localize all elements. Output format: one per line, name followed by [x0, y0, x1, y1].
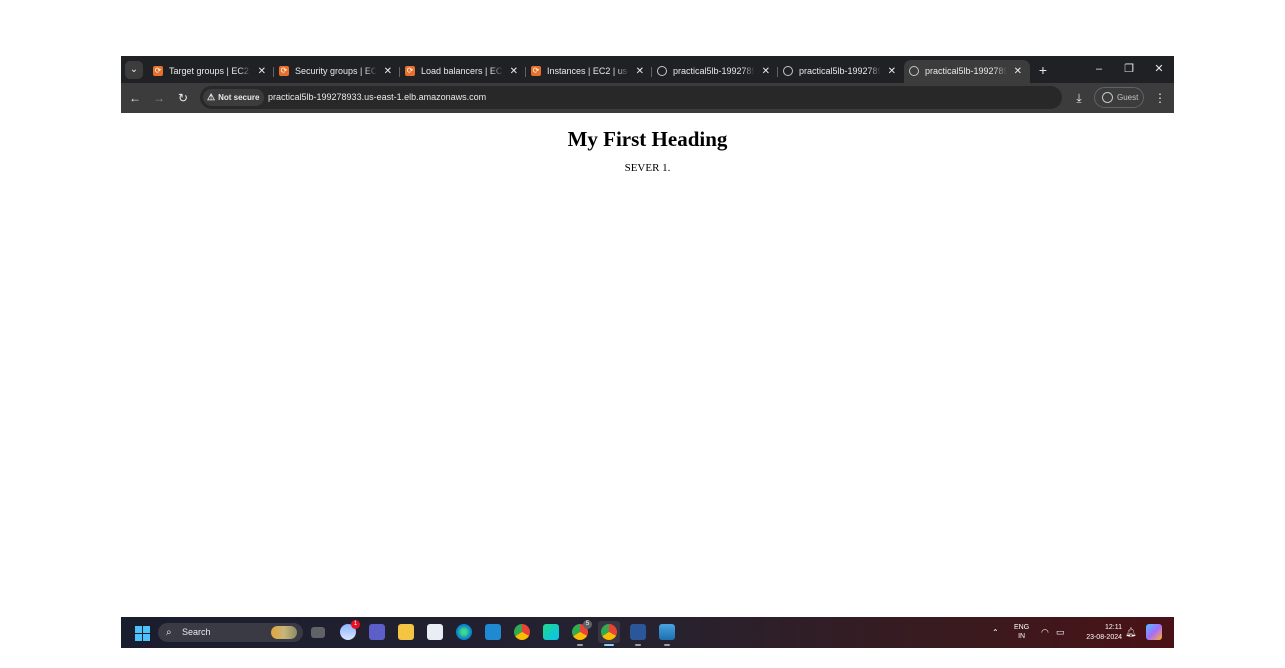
chrome-profile-icon[interactable]: 5 [572, 620, 592, 646]
tab-load-balancers[interactable]: ⟳ Load balancers | EC2 | us-east-1 ✕ [400, 60, 526, 83]
aws-icon: ⟳ [531, 66, 541, 76]
lang-primary: ENG [1014, 624, 1030, 631]
aws-icon: ⟳ [279, 66, 289, 76]
clock-date: 23-08-2024 [1086, 634, 1122, 641]
tab-strip: ⌄ ⟳ Target groups | EC2 | us-east-1 ✕ ⟳ … [121, 56, 1174, 83]
notification-bell-icon[interactable]: 🔔︎ [1125, 617, 1136, 648]
forward-icon[interactable]: → [150, 89, 168, 107]
lang-secondary: IN [1018, 633, 1026, 640]
clock-time: 12:11 [1105, 624, 1122, 631]
profile-button[interactable]: Guest [1094, 87, 1144, 108]
tab-title: practical5lb-199278933.us-east-1 [925, 66, 1007, 76]
wifi-icon[interactable]: ◠ [1041, 617, 1049, 648]
search-icon: ⌕ [166, 627, 172, 638]
battery-icon[interactable]: ▭ [1056, 617, 1065, 648]
microsoft-store-icon[interactable] [427, 624, 443, 640]
close-icon[interactable]: ✕ [762, 60, 770, 83]
teams-icon[interactable] [369, 624, 385, 640]
tab-title: Load balancers | EC2 | us-east-1 [421, 66, 503, 76]
tab-title: Target groups | EC2 | us-east-1 [169, 66, 251, 76]
url-text[interactable]: practical5lb-199278933.us-east-1.elb.ama… [268, 86, 486, 109]
close-icon[interactable]: ✕ [636, 60, 644, 83]
file-explorer-icon[interactable] [398, 624, 414, 640]
globe-icon [657, 66, 667, 76]
tab-title: practical5lb-199278933.us-east-1 [673, 66, 755, 76]
copilot-icon[interactable] [1146, 624, 1162, 640]
close-icon[interactable]: ✕ [258, 60, 266, 83]
tab-instances[interactable]: ⟳ Instances | EC2 | us-east-1 ✕ [526, 60, 652, 83]
browser-toolbar: ← → ↻ ⚠ Not secure practical5lb-199278933… [121, 83, 1174, 113]
security-chip[interactable]: ⚠ Not secure [203, 89, 265, 106]
active-indicator [604, 644, 614, 646]
chrome-active-app[interactable] [598, 621, 620, 646]
clock[interactable]: 12:11 23-08-2024 [1078, 623, 1122, 643]
chrome-icon[interactable] [514, 624, 530, 640]
vscode-icon[interactable] [485, 624, 501, 640]
chevron-up-icon[interactable]: ⌃ [992, 617, 999, 648]
reload-icon[interactable]: ↻ [174, 89, 192, 107]
address-bar[interactable]: ⚠ Not secure practical5lb-199278933.us-ea… [200, 86, 1062, 109]
window-close-icon[interactable]: ✕ [1144, 56, 1174, 83]
profile-label: Guest [1117, 93, 1139, 102]
tab-practical5lb-1[interactable]: practical5lb-199278933.us-east-1 ✕ [652, 60, 778, 83]
search-label: Search [182, 627, 211, 637]
aws-icon: ⟳ [153, 66, 163, 76]
word-icon[interactable] [630, 624, 646, 646]
tab-title: Instances | EC2 | us-east-1 [547, 66, 629, 76]
page-heading: My First Heading [567, 127, 728, 151]
close-icon[interactable]: ✕ [888, 60, 896, 83]
minimize-icon[interactable]: – [1084, 56, 1114, 83]
screen: ⌄ ⟳ Target groups | EC2 | us-east-1 ✕ ⟳ … [121, 56, 1174, 648]
tab-title: practical5lb-199278933.us-east-1 [799, 66, 881, 76]
tab-security-groups[interactable]: ⟳ Security groups | EC2 | us-east-1 ✕ [274, 60, 400, 83]
page-paragraph: SEVER 1. [624, 162, 671, 174]
weather-icon[interactable]: 1 [340, 620, 360, 640]
close-icon[interactable]: ✕ [1014, 60, 1022, 83]
running-indicator [577, 644, 583, 646]
profile-icon [1102, 92, 1113, 103]
language-indicator[interactable]: ENG IN [1014, 623, 1029, 641]
menu-icon[interactable]: ⋮ [1151, 89, 1169, 107]
new-tab-button[interactable]: + [1034, 60, 1052, 80]
taskbar-search[interactable]: ⌕ Search [158, 623, 303, 642]
running-indicator [664, 644, 670, 646]
download-icon[interactable]: ⤓ [1070, 89, 1088, 107]
back-icon[interactable]: ← [126, 89, 144, 107]
running-indicator [635, 644, 641, 646]
tab-practical5lb-active[interactable]: practical5lb-199278933.us-east-1 ✕ [904, 60, 1030, 83]
windows-start-icon[interactable] [135, 626, 150, 641]
aws-icon: ⟳ [405, 66, 415, 76]
warning-icon: ⚠ [207, 92, 216, 102]
tab-practical5lb-2[interactable]: practical5lb-199278933.us-east-1 ✕ [778, 60, 904, 83]
tab-search-button[interactable]: ⌄ [125, 61, 143, 79]
remote-desktop-icon[interactable] [659, 624, 675, 646]
tab-target-groups[interactable]: ⟳ Target groups | EC2 | us-east-1 ✕ [148, 60, 274, 83]
taskbar: ⌕ Search 1 5 ⌃ ENG IN ◠ ▭ 12:11 23-08-20… [121, 617, 1174, 648]
page-content: My First Heading SEVER 1. [121, 113, 1174, 617]
search-highlight-icon [271, 626, 297, 639]
security-chip-label: Not secure [218, 93, 260, 102]
close-icon[interactable]: ✕ [510, 60, 518, 83]
edge-icon[interactable] [456, 624, 472, 640]
close-icon[interactable]: ✕ [384, 60, 392, 83]
window-count-badge: 5 [583, 620, 592, 629]
task-view-icon[interactable] [311, 627, 325, 638]
chrome-active-icon [601, 624, 617, 640]
notification-badge: 1 [351, 620, 360, 629]
globe-icon [783, 66, 793, 76]
pycharm-icon[interactable] [543, 624, 559, 640]
globe-icon [909, 66, 919, 76]
restore-icon[interactable]: ❐ [1114, 56, 1144, 83]
tab-title: Security groups | EC2 | us-east-1 [295, 66, 377, 76]
